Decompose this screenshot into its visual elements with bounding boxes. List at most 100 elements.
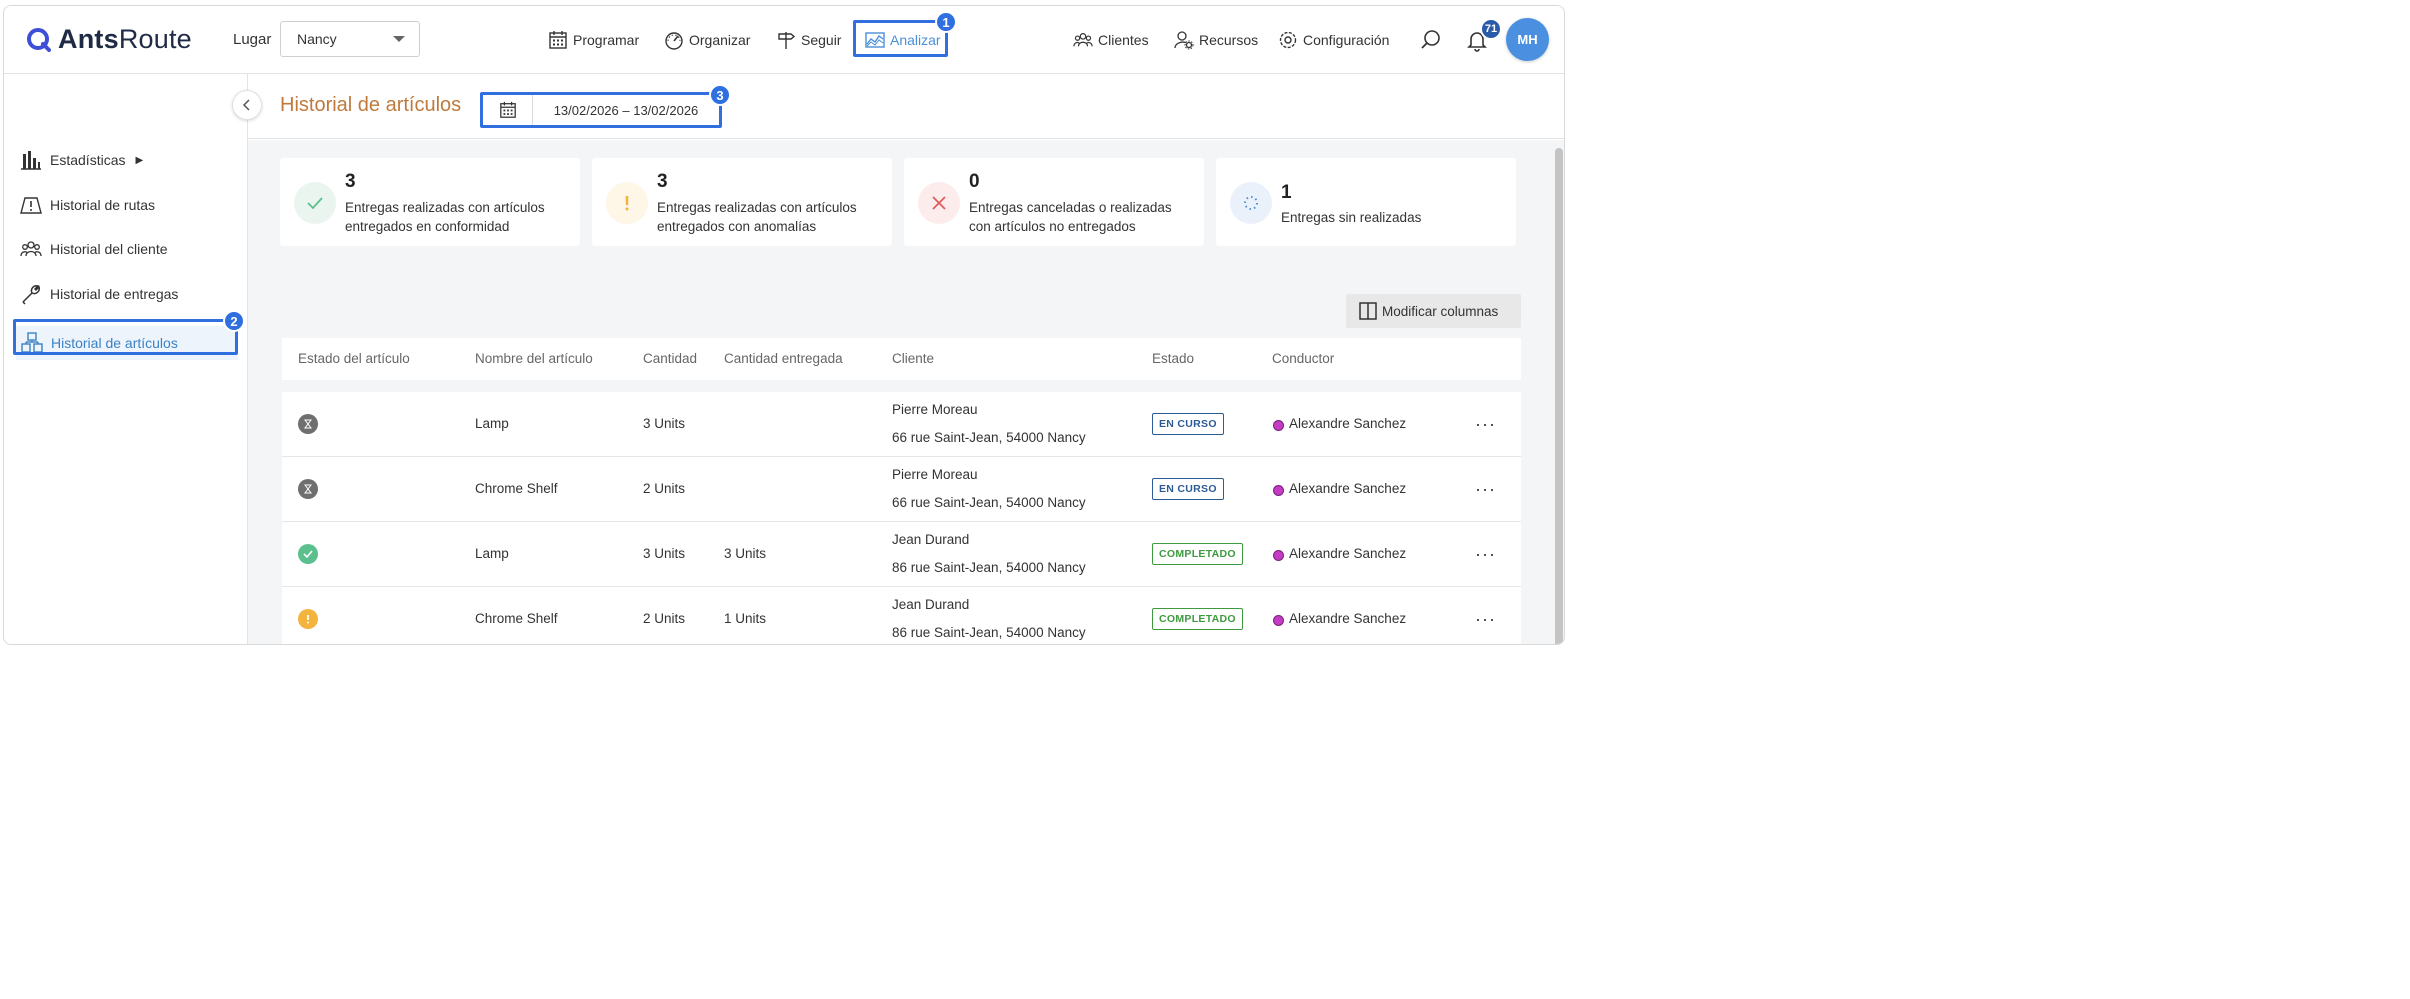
summary-card-canceladas: 0 Entregas canceladas o realizadas con a…	[904, 158, 1204, 246]
more-options-icon[interactable]: ···	[1475, 479, 1496, 500]
warning-icon	[606, 182, 648, 224]
driver-name: Alexandre Sanchez	[1289, 416, 1407, 431]
driver-color-dot	[1273, 420, 1284, 431]
nav-configuracion-label: Configuración	[1303, 32, 1390, 48]
calendar-icon	[499, 101, 516, 118]
sidebar-item-label: Historial de entregas	[50, 286, 179, 302]
sidebar-item-label: Historial de rutas	[50, 197, 156, 213]
logo-text: AntsRoute	[58, 24, 192, 54]
more-options-icon[interactable]: ···	[1475, 544, 1496, 565]
driver-name: Alexandre Sanchez	[1289, 546, 1407, 561]
close-icon	[918, 182, 960, 224]
client-name: Pierre Moreau	[892, 402, 978, 417]
nav-configuracion[interactable]: Configuración	[1278, 26, 1389, 54]
column-header[interactable]: Estado	[1152, 351, 1194, 366]
step-badge-3: 3	[709, 84, 731, 106]
summary-value: 0	[969, 171, 980, 192]
table-header: Estado del artículo Nombre del artículo …	[282, 338, 1521, 380]
page-title: Historial de artículos	[280, 94, 462, 116]
nav-recursos-label: Recursos	[1199, 32, 1259, 48]
summary-text: Entregas canceladas o realizadas con art…	[969, 200, 1172, 234]
driver-color-dot	[1273, 550, 1284, 561]
sidebar-item-estadisticas[interactable]: Estadísticas ▶	[20, 145, 143, 175]
logo-icon	[27, 27, 51, 52]
sidebar-item-historial-rutas[interactable]: Historial de rutas	[20, 190, 155, 220]
check-icon	[294, 182, 336, 224]
nav-clientes-label: Clientes	[1098, 32, 1149, 48]
summary-value: 3	[345, 171, 356, 192]
driver-name: Alexandre Sanchez	[1289, 611, 1407, 626]
logo[interactable]: AntsRoute	[26, 24, 192, 55]
client-address: 66 rue Saint-Jean, 54000 Nancy	[892, 430, 1086, 445]
sidebar-item-label: Estadísticas	[50, 152, 126, 168]
nav-seguir[interactable]: Seguir	[776, 26, 841, 54]
table-row[interactable]: Lamp 3 Units Pierre Moreau 66 rue Saint-…	[282, 392, 1521, 457]
more-options-icon[interactable]: ···	[1475, 609, 1496, 630]
item-quantity: 2 Units	[643, 481, 686, 496]
signpost-icon	[778, 32, 796, 49]
app-window: AntsRoute Lugar Nancy Programar Organiza…	[3, 5, 1565, 645]
client-name: Jean Durand	[892, 532, 970, 547]
avatar[interactable]: MH	[1506, 18, 1549, 61]
nav-recursos[interactable]: Recursos	[1174, 26, 1258, 54]
summary-card-conformidad: 3 Entregas realizadas con artículos entr…	[280, 158, 580, 246]
table-row[interactable]: Chrome Shelf 2 Units 1 Units Jean Durand…	[282, 587, 1521, 644]
highlight-box-sidebar	[13, 319, 238, 355]
column-header[interactable]: Nombre del artículo	[475, 351, 593, 366]
warning-icon	[298, 609, 318, 629]
nav-clientes[interactable]: Clientes	[1073, 26, 1149, 54]
modify-columns-label: Modificar columnas	[1382, 303, 1499, 319]
calendar-button[interactable]	[483, 95, 533, 125]
summary-text: Entregas realizadas con artículos entreg…	[345, 200, 545, 234]
nav-organizar[interactable]: Organizar	[664, 26, 750, 54]
loading-icon	[1230, 182, 1272, 224]
nav-programar-label: Programar	[573, 32, 640, 48]
client-address: 86 rue Saint-Jean, 54000 Nancy	[892, 625, 1086, 640]
item-delivered: 1 Units	[724, 611, 767, 626]
columns-icon	[1359, 302, 1377, 320]
modify-columns-button[interactable]: Modificar columnas	[1346, 294, 1521, 328]
more-options-icon[interactable]: ···	[1475, 414, 1496, 435]
calendar-icon	[549, 31, 567, 49]
collapse-sidebar-button[interactable]	[232, 90, 262, 120]
column-header[interactable]: Cantidad entregada	[724, 351, 843, 366]
chevron-left-icon	[242, 99, 250, 111]
nav-seguir-label: Seguir	[801, 32, 842, 48]
summary-card-anomalias: 3 Entregas realizadas con artículos entr…	[592, 158, 892, 246]
column-header[interactable]: Cantidad	[643, 351, 697, 366]
hourglass-icon	[298, 414, 318, 434]
date-range-picker[interactable]: 13/02/2026 – 13/02/2026	[480, 92, 722, 128]
client-name: Pierre Moreau	[892, 467, 978, 482]
place-label: Lugar	[233, 31, 272, 48]
chevron-down-icon	[393, 36, 405, 42]
date-range-value: 13/02/2026 – 13/02/2026	[553, 102, 699, 118]
column-header[interactable]: Conductor	[1272, 351, 1334, 366]
column-header[interactable]: Cliente	[892, 351, 934, 366]
highlight-box-analizar	[853, 20, 948, 57]
item-name: Chrome Shelf	[475, 611, 558, 626]
summary-text: Entregas realizadas con artículos entreg…	[657, 200, 857, 234]
users-icon	[1073, 33, 1093, 47]
hourglass-icon	[298, 479, 318, 499]
client-address: 66 rue Saint-Jean, 54000 Nancy	[892, 495, 1086, 510]
item-name: Lamp	[475, 416, 509, 431]
summary-text: Entregas sin realizadas	[1281, 210, 1422, 225]
nav-organizar-label: Organizar	[689, 32, 751, 48]
top-bar: AntsRoute Lugar Nancy Programar Organiza…	[4, 6, 1564, 74]
item-quantity: 3 Units	[643, 416, 686, 431]
notification-count-badge: 71	[1480, 18, 1502, 40]
users-icon	[20, 241, 42, 257]
sidebar-item-historial-entregas[interactable]: Historial de entregas	[20, 279, 178, 309]
step-badge-1: 1	[935, 11, 957, 33]
item-name: Lamp	[475, 546, 509, 561]
nav-programar[interactable]: Programar	[548, 26, 639, 54]
search-icon[interactable]	[1419, 28, 1443, 52]
bar-chart-icon	[21, 151, 41, 170]
item-quantity: 2 Units	[643, 611, 686, 626]
column-header[interactable]: Estado del artículo	[298, 351, 410, 366]
table-row[interactable]: Chrome Shelf 2 Units Pierre Moreau 66 ru…	[282, 457, 1521, 522]
sidebar-item-historial-cliente[interactable]: Historial del cliente	[20, 234, 168, 264]
place-select[interactable]: Nancy	[280, 21, 420, 57]
scrollbar[interactable]	[1555, 148, 1563, 644]
table-row[interactable]: Lamp 3 Units 3 Units Jean Durand 86 rue …	[282, 522, 1521, 587]
